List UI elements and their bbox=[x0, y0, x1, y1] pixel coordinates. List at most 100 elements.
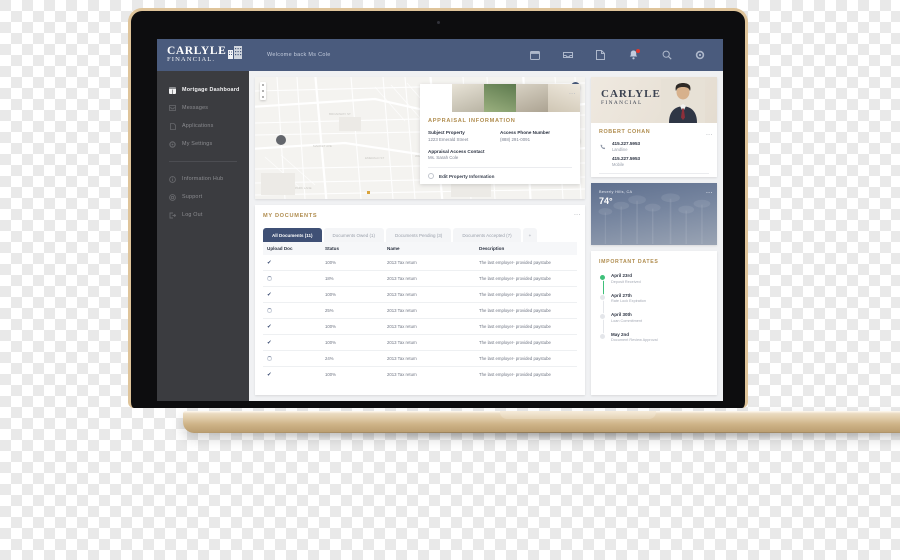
agent-details: ROBERT COHAN ⋮ 415.227.5953 Landline 415… bbox=[591, 123, 717, 177]
brand-logo[interactable]: CARLYLE FINANCIAL. bbox=[157, 45, 259, 64]
brand-logo-text: CARLYLE FINANCIAL. bbox=[167, 45, 226, 64]
row-description: The last employer- provided paystube bbox=[479, 276, 551, 281]
agent-phone-block: 415.227.5953 Landline bbox=[612, 141, 640, 152]
map-zoom-controls[interactable] bbox=[260, 82, 266, 100]
row-description: The last employer- provided paystube bbox=[479, 372, 551, 377]
tab-all-documents[interactable]: All Documents (11) bbox=[263, 228, 322, 242]
date-sub: Rate Lock Expiration bbox=[611, 299, 647, 303]
phone-type: Mobile bbox=[612, 162, 625, 167]
timeline-dot bbox=[599, 274, 606, 281]
important-dates-title: IMPORTANT DATES bbox=[599, 259, 659, 265]
row-upload-status bbox=[267, 355, 325, 362]
tab-documents-accepted[interactable]: Documents Accepted (7) bbox=[453, 228, 521, 242]
tab-documents-pending[interactable]: Documents Pending (3) bbox=[386, 228, 452, 242]
column-header-name: Name bbox=[387, 246, 400, 251]
field-label: Subject Property bbox=[428, 130, 465, 135]
sidebar-item-my-settings[interactable]: My Settings bbox=[157, 135, 249, 153]
important-dates-card: IMPORTANT DATES April 23rd Deposit Recei… bbox=[591, 251, 717, 395]
row-upload-status: ✔ bbox=[267, 260, 325, 266]
sidebar-item-mortgage-dashboard[interactable]: Mortgage Dashboard bbox=[157, 81, 249, 99]
agent-hero: CARLYLE FINANCIAL bbox=[591, 77, 717, 123]
date-day: April 30th bbox=[611, 312, 632, 317]
svg-text:MARKET AVE: MARKET AVE bbox=[313, 144, 332, 148]
svg-text:PARK LANE: PARK LANE bbox=[295, 186, 312, 190]
list-item[interactable]: May 2nd Document Review Approval bbox=[599, 332, 709, 342]
table-row[interactable]: 18% 2013 Tax return The last employer- p… bbox=[263, 271, 577, 287]
weather-menu-icon[interactable]: ⋮ bbox=[705, 189, 712, 196]
table-row[interactable]: ✔ 100% 2013 Tax return The last employer… bbox=[263, 335, 577, 351]
appraisal-fields-row2: Appraisal Access Contact Ms. Sarah Cole bbox=[428, 149, 572, 161]
edit-property-information-button[interactable]: Edit Property Information bbox=[428, 173, 572, 179]
row-status: 100% bbox=[325, 324, 336, 329]
tab-add-more[interactable]: + bbox=[522, 228, 538, 242]
tab-documents-owed[interactable]: Documents Owed (1) bbox=[323, 228, 385, 242]
row-upload-status: ✔ bbox=[267, 340, 325, 346]
table-row[interactable]: 25% 2013 Tax return The last employer- p… bbox=[263, 303, 577, 319]
screenshot-stage: CARLYLE FINANCIAL. Welcome back Ms Cole … bbox=[0, 0, 900, 560]
sidebar-item-messages[interactable]: Messages bbox=[157, 99, 249, 117]
row-upload-status: ✔ bbox=[267, 292, 325, 298]
dashboard-icon[interactable] bbox=[529, 50, 540, 61]
document-icon[interactable] bbox=[595, 50, 606, 61]
row-description: The last employer- provided paystube bbox=[479, 292, 551, 297]
date-sub: Loan Commitment bbox=[611, 318, 643, 323]
table-row[interactable]: ✔ 100% 2013 Tax return The last employer… bbox=[263, 319, 577, 335]
documents-title: MY DOCUMENTS bbox=[263, 213, 318, 219]
weather-card[interactable]: Beverly Hills, CA 74° ⋮ bbox=[591, 183, 717, 245]
list-item[interactable]: April 27th Rate Lock Expiration bbox=[599, 292, 709, 303]
documents-table-header: Upload Doc Status Name Description bbox=[263, 242, 577, 255]
sidebar-item-label: Applications bbox=[182, 123, 214, 129]
sidebar-item-applications[interactable]: Applications bbox=[157, 117, 249, 135]
dates-timeline: April 23rd Deposit Received April 27th R… bbox=[599, 273, 709, 342]
documents-menu-icon[interactable]: ⋮ bbox=[573, 211, 580, 218]
appraisal-divider bbox=[428, 167, 572, 168]
gear-icon[interactable] bbox=[694, 50, 705, 61]
check-icon: ✔ bbox=[267, 259, 272, 266]
table-row[interactable]: ✔ 100% 2013 Tax return The last employer… bbox=[263, 367, 577, 382]
list-item[interactable]: April 23rd Deposit Received bbox=[599, 273, 709, 284]
bell-icon[interactable] bbox=[628, 48, 640, 61]
appraisal-menu-icon[interactable]: ⋮ bbox=[568, 90, 575, 97]
date-sub: Document Review Approval bbox=[611, 338, 658, 342]
row-upload-status bbox=[267, 307, 325, 314]
building-icon bbox=[228, 46, 243, 64]
row-status: 100% bbox=[325, 340, 336, 345]
row-status: 100% bbox=[325, 292, 336, 297]
column-header-description: Description bbox=[479, 246, 505, 251]
list-item[interactable]: April 30th Loan Commitment bbox=[599, 312, 709, 323]
svg-text:EMERALD ST: EMERALD ST bbox=[365, 156, 384, 160]
app-body: Mortgage Dashboard Messages Applications… bbox=[157, 71, 723, 401]
sidebar-item-support[interactable]: Support bbox=[157, 188, 249, 206]
row-description: The last employer- provided paystube bbox=[479, 356, 551, 361]
phone-number: 415.227.5953 bbox=[612, 156, 641, 161]
agent-phone-landline[interactable]: 415.227.5953 Landline bbox=[599, 141, 709, 152]
subject-property-field: Subject Property 1223 Emerald Street bbox=[428, 130, 500, 142]
date-day: April 27th bbox=[611, 292, 632, 298]
appraisal-contact-field: Appraisal Access Contact Ms. Sarah Cole bbox=[428, 149, 500, 161]
sidebar-item-log-out[interactable]: Log Out bbox=[157, 206, 249, 224]
sidebar-item-label: Support bbox=[182, 194, 203, 200]
agent-phone-mobile[interactable]: 415.227.5953 Mobile bbox=[599, 156, 709, 167]
row-name: 2013 Tax return bbox=[387, 260, 417, 265]
field-value: (888) 291-0091 bbox=[500, 136, 531, 142]
agent-menu-icon[interactable]: ⋮ bbox=[705, 131, 712, 138]
table-row[interactable]: ✔ 100% 2013 Tax return The last employer… bbox=[263, 287, 577, 303]
weather-temperature: 74° bbox=[599, 196, 613, 206]
pencil-icon bbox=[428, 173, 434, 179]
row-name: 2013 Tax return bbox=[387, 340, 417, 345]
phone-type: Landline bbox=[612, 147, 628, 152]
lifebuoy-icon bbox=[169, 193, 176, 201]
envelope-icon bbox=[169, 105, 176, 112]
webcam-icon bbox=[436, 21, 440, 24]
inbox-icon[interactable] bbox=[562, 50, 573, 61]
appraisal-field-spacer bbox=[500, 149, 572, 161]
row-name: 2013 Tax return bbox=[387, 356, 417, 361]
table-row[interactable]: ✔ 100% 2013 Tax return The last employer… bbox=[263, 255, 577, 271]
laptop-base bbox=[183, 411, 900, 433]
search-icon[interactable] bbox=[661, 50, 672, 61]
table-row[interactable]: 24% 2013 Tax return The last employer- p… bbox=[263, 351, 577, 367]
row-status: 25% bbox=[325, 308, 334, 313]
sidebar-item-information-hub[interactable]: Information Hub bbox=[157, 170, 249, 188]
property-map-card[interactable]: BROADWAY ST MARKET AVE EMERALD ST WASHIN… bbox=[255, 77, 585, 199]
date-sub: Deposit Received bbox=[611, 279, 641, 284]
